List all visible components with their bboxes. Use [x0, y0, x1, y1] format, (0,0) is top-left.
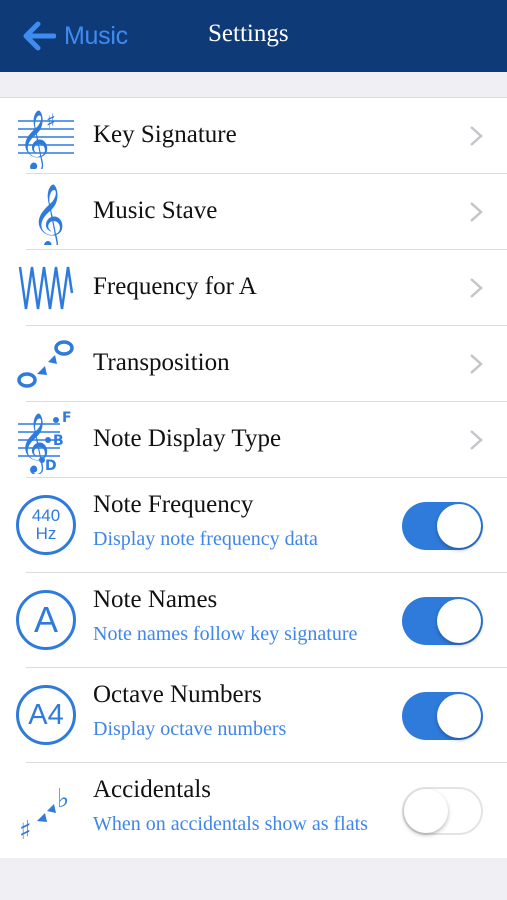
row-label: Transposition: [93, 349, 230, 376]
row-label: Music Stave: [93, 197, 218, 224]
octave-numbers-toggle[interactable]: [402, 692, 483, 740]
row-subtitle: Note names follow key signature: [93, 623, 358, 645]
back-arrow-icon: [23, 21, 56, 51]
back-button[interactable]: Music: [22, 18, 128, 54]
bottom-background: [0, 858, 507, 900]
accidentals-icon: ♯ ♭: [15, 775, 77, 845]
row-subtitle: When on accidentals show as flats: [93, 813, 368, 835]
svg-text:♯: ♯: [19, 816, 32, 843]
key-signature-row[interactable]: 𝄞 ♯ Key Signature: [0, 98, 507, 174]
transposition-icon: [15, 330, 77, 398]
chevron-right-icon: [470, 354, 483, 374]
accidentals-row: ♯ ♭ Accidentals When on accidentals show…: [0, 763, 507, 859]
music-stave-row[interactable]: 𝄞 Music Stave: [0, 174, 507, 250]
navigation-bar: Music Settings: [0, 0, 507, 72]
note-name-a-icon: A: [15, 585, 77, 655]
svg-text:♭: ♭: [57, 784, 69, 814]
note-names-row: A Note Names Note names follow key signa…: [0, 573, 507, 668]
key-signature-icon: 𝄞 ♯: [15, 102, 77, 170]
row-label: Note Display Type: [93, 425, 282, 452]
row-subtitle: Display note frequency data: [93, 528, 318, 550]
row-label: Note Frequency: [93, 491, 254, 518]
octave-a4-icon: A4: [15, 680, 77, 750]
row-label: Octave Numbers: [93, 681, 262, 708]
frequency-for-a-row[interactable]: Frequency for A: [0, 250, 507, 326]
accidentals-toggle[interactable]: [402, 787, 483, 835]
note-display-type-row[interactable]: 𝄞 F B D Note Display Type: [0, 402, 507, 478]
note-frequency-row: 440 Hz Note Frequency Display note frequ…: [0, 478, 507, 573]
svg-text:𝄞: 𝄞: [32, 184, 65, 245]
chevron-right-icon: [470, 278, 483, 298]
chevron-right-icon: [470, 126, 483, 146]
treble-clef-icon: 𝄞: [15, 178, 77, 246]
svg-text:♯: ♯: [46, 109, 56, 133]
page-title: Settings: [208, 20, 289, 47]
row-subtitle: Display octave numbers: [93, 718, 287, 740]
note-letter-f: F: [62, 410, 72, 426]
note-frequency-toggle[interactable]: [402, 502, 483, 550]
chevron-right-icon: [470, 202, 483, 222]
row-label: Note Names: [93, 586, 218, 613]
settings-list: 𝄞 ♯ Key Signature 𝄞 Music Stave Frequenc…: [0, 97, 507, 859]
note-letter-d: D: [45, 458, 57, 474]
note-letter-b: B: [53, 433, 64, 449]
back-button-label: Music: [64, 21, 128, 50]
frequency-440hz-icon: 440 Hz: [15, 490, 77, 560]
octave-numbers-row: A4 Octave Numbers Display octave numbers: [0, 668, 507, 763]
transposition-row[interactable]: Transposition: [0, 326, 507, 402]
chevron-right-icon: [470, 430, 483, 450]
waveform-icon: [15, 254, 77, 322]
row-label: Frequency for A: [93, 273, 257, 300]
note-display-icon: 𝄞 F B D: [15, 406, 77, 474]
row-label: Key Signature: [93, 121, 237, 148]
row-label: Accidentals: [93, 776, 212, 803]
note-names-toggle[interactable]: [402, 597, 483, 645]
